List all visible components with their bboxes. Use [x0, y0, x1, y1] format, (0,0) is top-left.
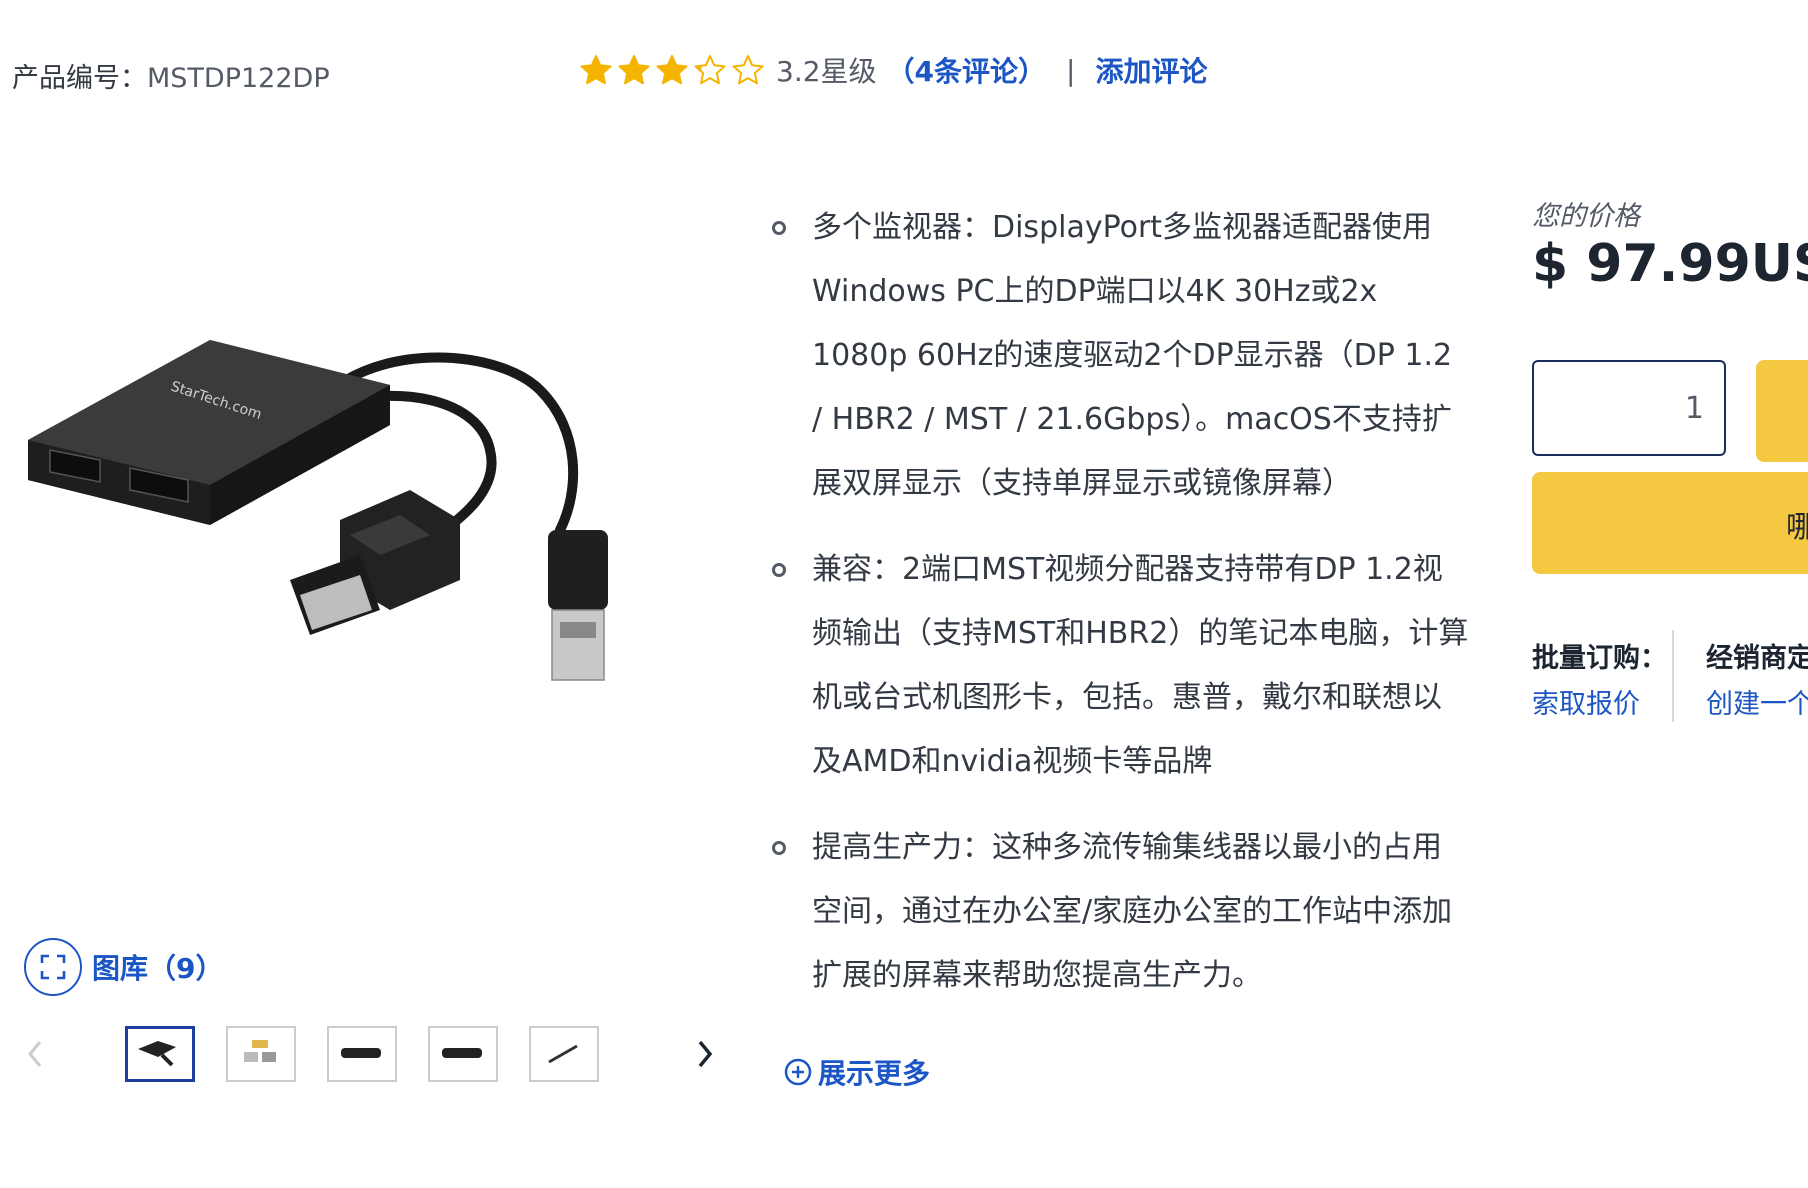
feature-list: 多个监视器：DisplayPort多监视器适配器使用Windows PC上的DP…: [770, 196, 1470, 1030]
request-quote-link[interactable]: 索取报价: [1532, 682, 1640, 721]
buy-button[interactable]: 哪: [1532, 472, 1808, 574]
price-value: $ 97.99USD: [1532, 234, 1808, 294]
bullet-icon: [772, 221, 786, 235]
star-icon: [618, 55, 650, 85]
gallery-button[interactable]: 图库（9）: [24, 938, 223, 996]
product-page: 产品编号：MSTDP122DP 3.2星级 （4条评论） | 添加评论 Star…: [0, 0, 1808, 1188]
thumbnail-1[interactable]: [125, 1026, 195, 1082]
product-image[interactable]: StarTech.com: [20, 320, 660, 740]
bullet-icon: [772, 563, 786, 577]
feature-item: 多个监视器：DisplayPort多监视器适配器使用Windows PC上的DP…: [770, 196, 1470, 516]
fullscreen-icon: [24, 938, 82, 996]
rating-text: 3.2星级: [776, 55, 877, 88]
feature-item: 提高生产力：这种多流传输集线器以最小的占用空间，通过在办公室/家庭办公室的工作站…: [770, 816, 1470, 1008]
thumbnail-5[interactable]: [529, 1026, 599, 1082]
chevron-left-icon[interactable]: [20, 1034, 50, 1074]
add-to-cart-button[interactable]: [1756, 360, 1808, 462]
star-icon: [580, 55, 612, 85]
thumbnail-2[interactable]: [226, 1026, 296, 1082]
star-rating: [580, 54, 764, 86]
product-sku: 产品编号：MSTDP122DP: [12, 56, 330, 95]
thumbnail-4[interactable]: [428, 1026, 498, 1082]
sku-label: 产品编号：: [12, 63, 147, 94]
thumbnail-3[interactable]: [327, 1026, 397, 1082]
show-more-label: 展示更多: [818, 1057, 931, 1090]
price-label: 您的价格: [1532, 201, 1640, 232]
dealer-title: 经销商定: [1706, 643, 1808, 674]
feature-text: 多个监视器：DisplayPort多监视器适配器使用Windows PC上的DP…: [812, 210, 1453, 501]
star-icon: [694, 55, 726, 85]
star-icon: [656, 55, 688, 85]
rating-row: 3.2星级 （4条评论） | 添加评论: [580, 50, 1207, 90]
gallery-label: 图库（9）: [92, 952, 224, 985]
feature-item: 兼容：2端口MST视频分配器支持带有DP 1.2视频输出（支持MST和HBR2）…: [770, 538, 1470, 794]
bullet-icon: [772, 841, 786, 855]
sku-value: MSTDP122DP: [147, 63, 330, 94]
feature-text: 兼容：2端口MST视频分配器支持带有DP 1.2视频输出（支持MST和HBR2）…: [812, 552, 1469, 779]
bulk-order-title: 批量订购：: [1532, 643, 1667, 674]
create-link[interactable]: 创建一个: [1706, 682, 1808, 721]
feature-text: 提高生产力：这种多流传输集线器以最小的占用空间，通过在办公室/家庭办公室的工作站…: [812, 830, 1453, 993]
rating-separator: |: [1066, 53, 1076, 87]
buy-button-label: 哪: [1786, 510, 1808, 545]
plus-circle-icon: [784, 1058, 812, 1086]
reviews-link[interactable]: （4条评论）: [887, 50, 1046, 90]
add-review-link[interactable]: 添加评论: [1095, 50, 1207, 90]
divider: [1672, 630, 1674, 722]
thumbnail-strip: [20, 1026, 720, 1086]
quantity-input[interactable]: [1532, 360, 1726, 456]
show-more-button[interactable]: 展示更多: [784, 1052, 930, 1092]
star-icon: [732, 55, 764, 85]
chevron-right-icon[interactable]: [690, 1034, 720, 1074]
